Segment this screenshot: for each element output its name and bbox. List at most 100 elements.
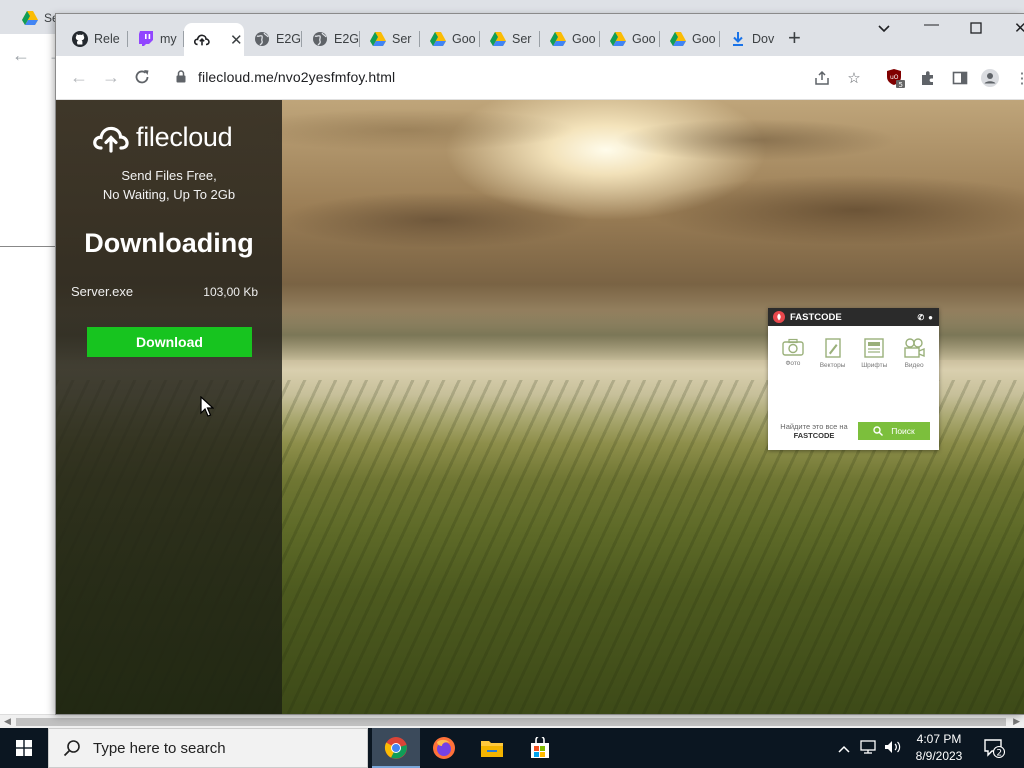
maximize-icon[interactable] bbox=[970, 21, 982, 38]
taskbar-clock[interactable]: 4:07 PM 8/9/2023 bbox=[900, 731, 978, 765]
windows-start-icon[interactable] bbox=[0, 728, 48, 768]
ad-find-text: Найдите это все на FASTCODE bbox=[780, 422, 848, 440]
tab-label: Ser bbox=[512, 32, 532, 46]
windows-taskbar: Type here to search 4:07 PM 8/9/2023 2 bbox=[0, 728, 1024, 768]
tab-label: Ser bbox=[392, 32, 412, 46]
search-icon bbox=[873, 426, 884, 436]
ad-brand: FASTCODE bbox=[790, 311, 842, 323]
reload-icon[interactable] bbox=[134, 68, 150, 90]
chevron-up-icon[interactable] bbox=[838, 741, 850, 756]
back-arrow-icon[interactable]: ← bbox=[12, 45, 30, 66]
download-button[interactable]: Download bbox=[87, 327, 252, 357]
filecloud-logo[interactable]: filecloud bbox=[92, 122, 233, 153]
share-icon[interactable] bbox=[812, 68, 832, 88]
tab-label: Dov bbox=[752, 32, 775, 46]
network-icon[interactable] bbox=[860, 739, 876, 757]
vector-pen-icon bbox=[824, 338, 841, 358]
tagline-line-2: No Waiting, Up To 2Gb bbox=[102, 187, 236, 202]
ad-header: FASTCODE ✆ ● bbox=[768, 308, 939, 326]
tab-google-drive[interactable]: Goo bbox=[540, 25, 600, 53]
chrome-taskbar-icon[interactable] bbox=[372, 728, 420, 768]
side-panel-icon[interactable] bbox=[950, 68, 970, 88]
tab-google-drive[interactable]: Goo bbox=[660, 25, 720, 53]
fastcode-ad-widget[interactable]: FASTCODE ✆ ● Фото Векторы Шрифты Видео Н… bbox=[768, 308, 939, 450]
close-window-icon[interactable]: ✕ bbox=[1014, 19, 1024, 37]
search-icon bbox=[63, 740, 80, 757]
globe-icon bbox=[254, 31, 270, 47]
microsoft-store-taskbar-icon[interactable] bbox=[516, 728, 564, 768]
twitch-icon bbox=[138, 31, 154, 47]
horizontal-scrollbar[interactable]: ◀ ▶ bbox=[0, 714, 1024, 728]
tab-filecloud-active[interactable]: ✕ bbox=[184, 23, 244, 56]
address-toolbar: ← → filecloud.me/nvo2yesfmfoy.html ☆ uO 5… bbox=[56, 56, 1024, 100]
ublock-extension-icon[interactable]: uO 5 bbox=[886, 68, 906, 88]
logo-text: filecloud bbox=[136, 122, 233, 152]
tab-twitch[interactable]: my bbox=[128, 25, 184, 53]
page-title: Downloading bbox=[84, 228, 254, 258]
tab-label: Goo bbox=[572, 32, 596, 46]
taskbar-search-box[interactable]: Type here to search bbox=[48, 728, 368, 768]
file-size: 103,00 Kb bbox=[203, 285, 258, 299]
firefox-taskbar-icon[interactable] bbox=[420, 728, 468, 768]
phone-icon: ✆ bbox=[917, 312, 925, 322]
clock-date: 8/9/2023 bbox=[915, 749, 963, 763]
close-tab-icon[interactable]: ✕ bbox=[230, 31, 243, 49]
new-tab-plus-icon[interactable]: + bbox=[788, 27, 801, 49]
ad-category-fonts[interactable]: Шрифты bbox=[861, 338, 887, 369]
download-sidebar: filecloud Send Files Free, No Waiting, U… bbox=[56, 100, 282, 714]
fastcode-logo-icon bbox=[773, 311, 785, 323]
minimize-icon[interactable]: — bbox=[924, 16, 939, 33]
video-camera-icon bbox=[904, 338, 925, 358]
extensions-puzzle-icon[interactable] bbox=[918, 68, 938, 88]
google-drive-icon bbox=[22, 10, 38, 26]
notification-center-icon[interactable]: 2 bbox=[982, 728, 1006, 768]
google-drive-icon bbox=[610, 31, 626, 47]
tab-search-chevron-icon[interactable] bbox=[878, 20, 890, 37]
clock-time: 4:07 PM bbox=[916, 732, 962, 746]
background-toolbar: ← → bbox=[0, 34, 66, 76]
system-tray bbox=[838, 728, 902, 768]
ad-search-row: Найдите это все на FASTCODE Поиск bbox=[774, 420, 934, 442]
divider bbox=[0, 246, 58, 247]
camera-icon bbox=[782, 338, 804, 356]
tab-download[interactable]: Dov bbox=[720, 25, 778, 53]
tab-label: E2G bbox=[334, 32, 360, 46]
tab-label: Goo bbox=[452, 32, 476, 46]
tab-label: my bbox=[160, 32, 177, 46]
scroll-right-icon[interactable]: ▶ bbox=[1013, 716, 1020, 727]
tab-google-drive[interactable]: Goo bbox=[420, 25, 480, 53]
google-drive-icon bbox=[490, 31, 506, 47]
menu-kebab-icon[interactable]: ⋮ bbox=[1012, 68, 1024, 88]
filecloud-icon bbox=[194, 32, 210, 48]
ad-category-video[interactable]: Видео bbox=[903, 338, 925, 369]
tab-e2g-2[interactable]: E2G bbox=[302, 25, 360, 53]
profile-avatar-icon[interactable] bbox=[980, 68, 1000, 88]
search-placeholder: Type here to search bbox=[93, 739, 226, 757]
globe-icon bbox=[312, 31, 328, 47]
ad-category-vectors[interactable]: Векторы bbox=[819, 338, 846, 369]
ad-category-label: Видео bbox=[904, 362, 924, 369]
tab-google-drive[interactable]: Goo bbox=[600, 25, 660, 53]
download-icon bbox=[730, 31, 746, 47]
lock-icon[interactable] bbox=[176, 70, 186, 88]
forward-arrow-icon[interactable]: → bbox=[102, 66, 120, 88]
url-text[interactable]: filecloud.me/nvo2yesfmfoy.html bbox=[198, 69, 395, 85]
mouse-cursor-icon bbox=[200, 395, 215, 423]
ad-category-label: Фото bbox=[785, 360, 801, 367]
ad-search-button[interactable]: Поиск bbox=[858, 422, 930, 440]
tab-label: Goo bbox=[632, 32, 656, 46]
tab-google-drive[interactable]: Ser bbox=[360, 25, 420, 53]
github-icon bbox=[72, 31, 88, 47]
google-drive-icon bbox=[430, 31, 446, 47]
ad-category-label: Векторы bbox=[819, 362, 846, 369]
back-arrow-icon[interactable]: ← bbox=[70, 66, 88, 88]
tab-github[interactable]: Rele bbox=[62, 25, 128, 53]
tab-google-drive[interactable]: Ser bbox=[480, 25, 540, 53]
tab-e2g[interactable]: E2G bbox=[244, 25, 302, 53]
page-content: filecloud Send Files Free, No Waiting, U… bbox=[56, 100, 1024, 714]
scrollbar-thumb[interactable] bbox=[16, 718, 1006, 726]
scroll-left-icon[interactable]: ◀ bbox=[4, 716, 11, 727]
bookmark-star-icon[interactable]: ☆ bbox=[844, 68, 864, 88]
ad-category-photo[interactable]: Фото bbox=[782, 338, 804, 369]
file-explorer-taskbar-icon[interactable] bbox=[468, 728, 516, 768]
